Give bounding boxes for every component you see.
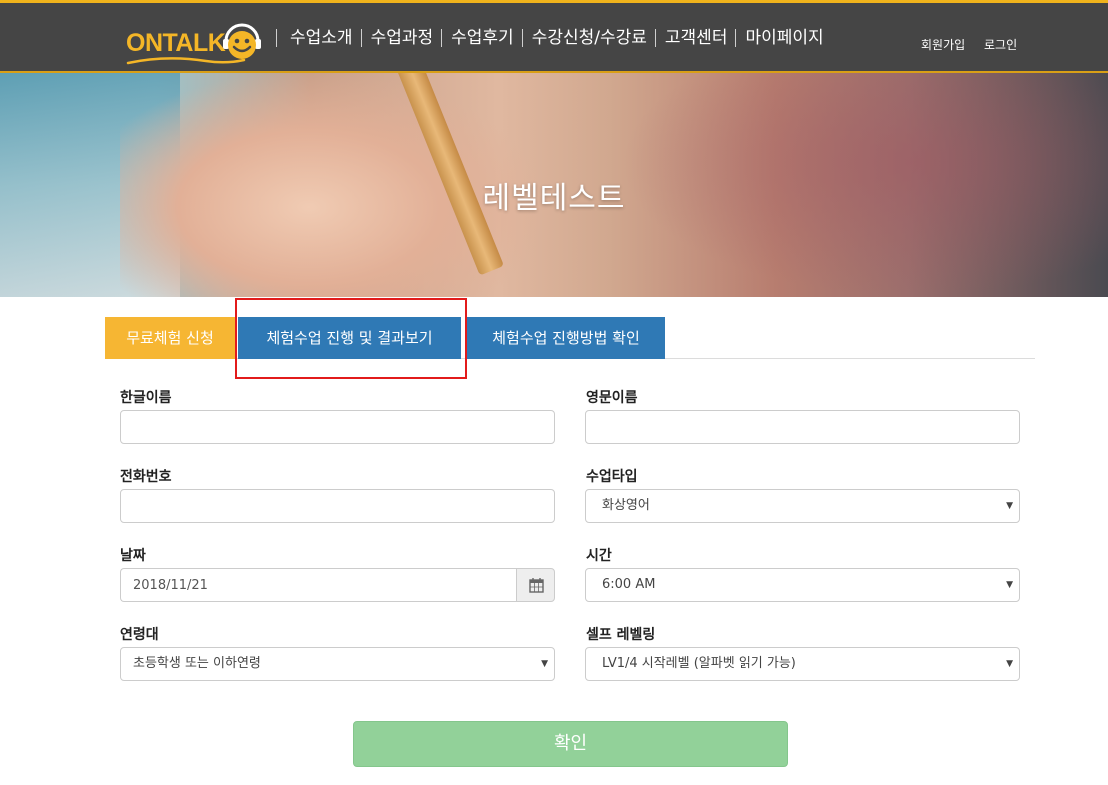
date-picker (120, 568, 555, 602)
nav-item-my-page[interactable]: 마이페이지 (735, 28, 831, 47)
logo-text: ONTALK (126, 29, 226, 57)
tab-free-trial-apply[interactable]: 무료체험 신청 (105, 317, 235, 359)
self-level-label: 셀프 레벨링 (586, 627, 656, 643)
date-label: 날짜 (120, 548, 146, 564)
age-group-label: 연령대 (120, 627, 159, 643)
calendar-icon (529, 578, 544, 593)
time-label: 시간 (586, 548, 612, 564)
ontalk-logo[interactable]: ONTALK (126, 15, 266, 67)
nav-item-customer-center[interactable]: 고객센터 (654, 28, 736, 47)
korean-name-input[interactable] (120, 410, 555, 444)
class-type-value: 화상영어 (602, 498, 650, 513)
logo-swoosh-icon (126, 57, 246, 65)
self-level-value: LV1/4 시작레벨 (알파벳 읽기 가능) (602, 656, 796, 671)
class-type-label: 수업타입 (586, 469, 638, 485)
class-type-select[interactable]: 화상영어 ▼ (585, 489, 1020, 523)
top-navigation-bar: ONTALK 수업소개 수업과정 수업후기 수강신청/수강료 고객센터 마이페이… (0, 0, 1108, 73)
nav-item-reviews[interactable]: 수업후기 (441, 28, 522, 47)
calendar-button[interactable] (516, 568, 555, 602)
tab-trial-method-check[interactable]: 체험수업 진행방법 확인 (467, 317, 665, 359)
hero-banner: 레벨테스트 (0, 73, 1108, 297)
korean-name-label: 한글이름 (120, 390, 172, 406)
chevron-down-icon: ▼ (1006, 580, 1013, 590)
phone-input[interactable] (120, 489, 555, 523)
page-title: 레벨테스트 (482, 181, 626, 216)
age-group-value: 초등학생 또는 이하연령 (133, 656, 261, 671)
confirm-button[interactable]: 확인 (353, 721, 788, 767)
chevron-down-icon: ▼ (1006, 501, 1013, 511)
nav-item-class-intro[interactable]: 수업소개 (276, 28, 361, 47)
time-select[interactable]: 6:00 AM ▼ (585, 568, 1020, 602)
chevron-down-icon: ▼ (541, 659, 548, 669)
tab-trial-progress-results[interactable]: 체험수업 진행 및 결과보기 (238, 317, 461, 359)
signup-link[interactable]: 회원가입 (921, 36, 965, 53)
main-nav: 수업소개 수업과정 수업후기 수강신청/수강료 고객센터 마이페이지 (276, 3, 832, 76)
date-input[interactable] (120, 568, 517, 602)
nav-item-enroll-fees[interactable]: 수강신청/수강료 (521, 28, 655, 47)
time-value: 6:00 AM (602, 577, 656, 592)
chevron-down-icon: ▼ (1006, 659, 1013, 669)
self-level-select[interactable]: LV1/4 시작레벨 (알파벳 읽기 가능) ▼ (585, 647, 1020, 681)
nav-item-courses[interactable]: 수업과정 (360, 28, 442, 47)
english-name-label: 영문이름 (586, 390, 638, 406)
tab-bar: 무료체험 신청 체험수업 진행 및 결과보기 체험수업 진행방법 확인 (105, 317, 1035, 359)
phone-label: 전화번호 (120, 469, 172, 485)
login-link[interactable]: 로그인 (984, 36, 1017, 53)
english-name-input[interactable] (585, 410, 1020, 444)
age-group-select[interactable]: 초등학생 또는 이하연령 ▼ (120, 647, 555, 681)
